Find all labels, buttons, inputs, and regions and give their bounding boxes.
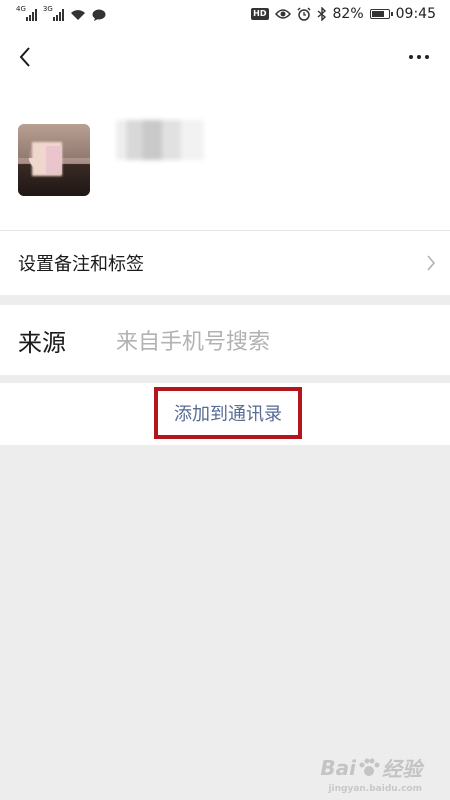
set-remark-label: 设置备注和标签 <box>18 254 144 275</box>
watermark-brand-tail: 经验 <box>382 757 422 781</box>
eye-icon <box>274 9 291 19</box>
profile-card <box>0 84 450 231</box>
network-3g-label: 3G <box>42 5 53 13</box>
add-to-contacts-button[interactable]: 添加到通讯录 <box>154 387 302 439</box>
source-label: 来源 <box>18 328 66 357</box>
alarm-icon <box>296 7 311 21</box>
network-4g-label: 4G <box>16 5 26 13</box>
battery-fill <box>371 11 384 17</box>
set-remark-row[interactable]: 设置备注和标签 <box>0 231 450 295</box>
watermark: Bai 经验 jingyan.baidu.com <box>320 753 422 795</box>
chat-bubble-icon <box>92 9 106 21</box>
signal-icon <box>52 9 64 21</box>
nickname-blurred <box>116 120 204 160</box>
status-time: 09:45 <box>395 6 436 22</box>
watermark-brand: Bai <box>320 755 356 780</box>
more-button[interactable] <box>404 44 434 70</box>
nav-bar <box>0 32 450 84</box>
wifi-icon <box>70 10 85 20</box>
watermark-sub: jingyan.baidu.com <box>328 784 422 794</box>
paw-icon <box>359 758 380 776</box>
back-button[interactable] <box>10 42 40 72</box>
source-row: 来源 来自手机号搜索 <box>0 305 450 375</box>
battery-icon <box>369 9 393 19</box>
network-3g: 3G <box>43 6 64 21</box>
status-left: 4G 3G <box>16 6 106 21</box>
network-4g: 4G <box>16 6 37 21</box>
bluetooth-icon <box>317 7 326 21</box>
chevron-right-icon <box>427 255 436 271</box>
chevron-left-icon <box>19 47 30 67</box>
status-bar: 4G 3G HD 82% 09:45 <box>0 0 450 32</box>
more-dots-icon <box>409 55 413 59</box>
hd-badge: HD <box>251 8 269 20</box>
status-right: HD 82% 09:45 <box>251 6 436 22</box>
battery-percent: 82% <box>332 6 364 22</box>
avatar[interactable] <box>18 124 90 196</box>
signal-icon <box>25 9 37 21</box>
source-value: 来自手机号搜索 <box>116 330 271 355</box>
action-row: 添加到通讯录 <box>0 383 450 445</box>
